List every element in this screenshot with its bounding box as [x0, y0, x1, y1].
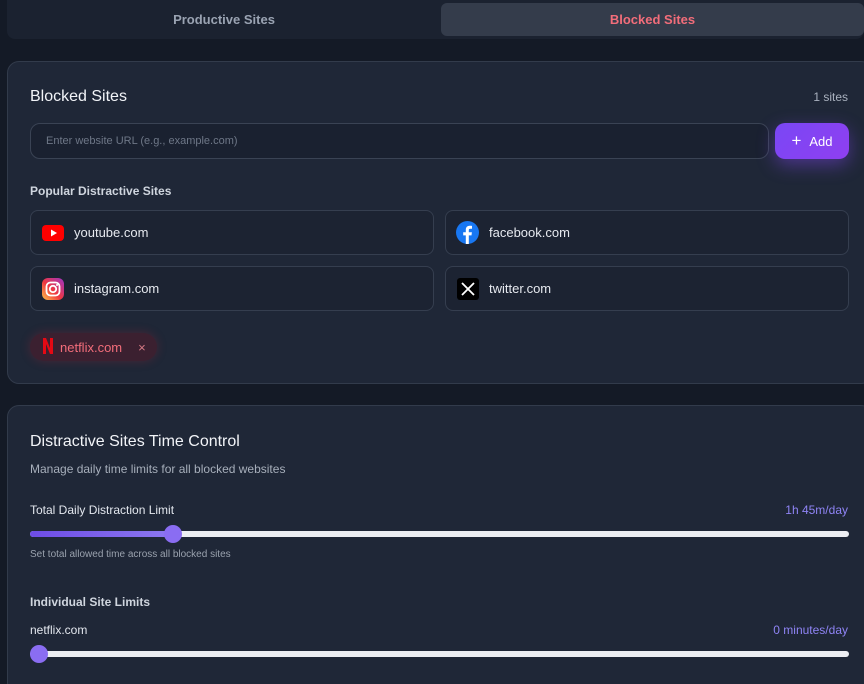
blocked-site-chip: netflix.com × [30, 333, 157, 361]
instagram-icon [41, 277, 64, 300]
site-limit-slider[interactable] [30, 645, 849, 663]
blocked-sites-count: 1 sites [813, 90, 848, 104]
tab-productive-sites[interactable]: Productive Sites [7, 3, 441, 36]
site-limit-slider-thumb[interactable] [30, 645, 48, 663]
time-control-title: Distractive Sites Time Control [30, 433, 240, 450]
site-name: youtube.com [74, 225, 149, 240]
total-limit-hint: Set total allowed time across all blocke… [30, 549, 231, 560]
time-control-subtitle: Manage daily time limits for all blocked… [30, 462, 286, 476]
youtube-icon [41, 221, 64, 244]
site-name: facebook.com [489, 225, 570, 240]
popular-site-youtube[interactable]: youtube.com [30, 210, 434, 255]
plus-icon: + [791, 130, 802, 150]
add-site-button[interactable]: + Add [775, 123, 849, 159]
individual-limits-label: Individual Site Limits [30, 595, 151, 609]
site-limit-label: netflix.com [30, 623, 88, 637]
popular-site-twitter[interactable]: twitter.com [445, 266, 849, 311]
site-name: twitter.com [489, 281, 552, 296]
total-limit-value: 1h 45m/day [785, 503, 848, 517]
total-limit-label: Total Daily Distraction Limit [30, 503, 175, 517]
time-control-card: Distractive Sites Time Control Manage da… [7, 405, 864, 684]
website-url-input[interactable] [30, 123, 769, 159]
total-limit-slider-thumb[interactable] [164, 525, 183, 543]
tab-blocked-sites[interactable]: Blocked Sites [441, 3, 864, 36]
total-limit-slider[interactable] [30, 525, 849, 543]
site-name: instagram.com [74, 281, 160, 296]
total-limit-slider-fill [30, 531, 174, 537]
blocked-sites-title: Blocked Sites [30, 88, 127, 105]
x-twitter-icon [456, 277, 479, 300]
popular-sites-label: Popular Distractive Sites [30, 184, 172, 198]
add-button-label: Add [809, 133, 833, 149]
facebook-icon [456, 221, 479, 244]
blocked-site-name: netflix.com [60, 339, 123, 355]
remove-site-icon[interactable]: × [138, 340, 146, 355]
blocked-sites-card: Blocked Sites 1 sites + Add Popular Dist… [7, 61, 864, 384]
tab-bar: Productive Sites Blocked Sites [7, 0, 864, 39]
popular-site-facebook[interactable]: facebook.com [445, 210, 849, 255]
site-limit-value: 0 minutes/day [773, 623, 848, 637]
popular-site-instagram[interactable]: instagram.com [30, 266, 434, 311]
netflix-icon [42, 337, 54, 357]
